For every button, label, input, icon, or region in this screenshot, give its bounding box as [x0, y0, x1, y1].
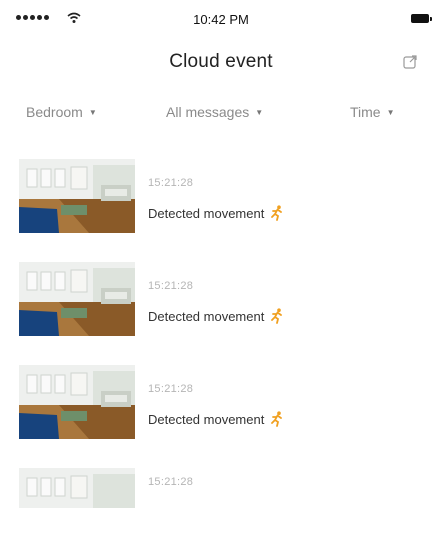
event-thumbnail[interactable] — [19, 468, 135, 542]
running-person-icon — [271, 308, 283, 324]
filter-time[interactable]: Time ▼ — [350, 104, 395, 120]
list-item[interactable]: 15:21:28 Detected movement — [0, 365, 442, 445]
share-icon[interactable] — [402, 54, 418, 70]
caret-down-icon: ▼ — [255, 107, 264, 117]
event-thumbnail[interactable] — [19, 159, 135, 233]
event-message: Detected movement — [148, 411, 284, 427]
filter-messages-label: All messages — [166, 104, 250, 120]
event-message-text: Detected movement — [148, 308, 265, 324]
event-thumbnail[interactable] — [19, 365, 135, 439]
event-timestamp: 15:21:28 — [148, 476, 194, 488]
event-message-text: Detected movement — [148, 411, 265, 427]
event-timestamp: 15:21:28 — [148, 177, 194, 189]
status-time: 10:42 PM — [193, 12, 249, 27]
list-item[interactable]: 15:21:28 Detected movement — [0, 262, 442, 342]
event-timestamp: 15:21:28 — [148, 280, 194, 292]
event-thumbnail[interactable] — [19, 262, 135, 336]
battery-icon — [411, 14, 432, 23]
event-timestamp: 15:21:28 — [148, 383, 194, 395]
list-item[interactable]: 15:21:28 — [0, 468, 442, 548]
event-message-text: Detected movement — [148, 205, 265, 221]
nav-header: Cloud event — [0, 40, 442, 84]
filter-time-label: Time — [350, 104, 381, 120]
filter-bar: Bedroom ▼ All messages ▼ Time ▼ — [0, 95, 442, 135]
running-person-icon — [271, 205, 283, 221]
list-item[interactable]: 15:21:28 Detected movement — [0, 159, 442, 239]
event-message: Detected movement — [148, 205, 284, 221]
status-bar: 10:42 PM — [0, 0, 442, 40]
running-person-icon — [271, 411, 283, 427]
filter-room-label: Bedroom — [26, 104, 83, 120]
caret-down-icon: ▼ — [386, 107, 395, 117]
caret-down-icon: ▼ — [88, 107, 97, 117]
page-title: Cloud event — [169, 51, 273, 72]
filter-room[interactable]: Bedroom ▼ — [26, 104, 97, 120]
event-message: Detected movement — [148, 308, 284, 324]
filter-messages[interactable]: All messages ▼ — [166, 104, 263, 120]
